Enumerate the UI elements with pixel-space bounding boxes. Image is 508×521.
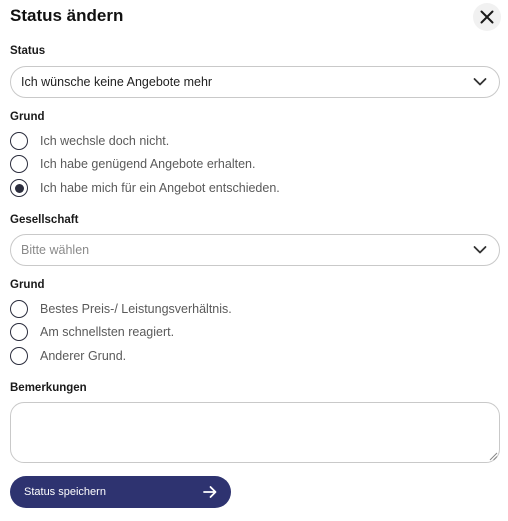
radio-label: Anderer Grund. bbox=[40, 349, 127, 363]
company-reason-option-2[interactable]: Am schnellsten reagiert. bbox=[10, 322, 174, 342]
close-icon bbox=[480, 10, 494, 24]
radio-label: Am schnellsten reagiert. bbox=[40, 325, 175, 339]
reason-label: Grund bbox=[10, 111, 45, 123]
company-reason-option-1[interactable]: Bestes Preis-/ Leistungsverhältnis. bbox=[10, 299, 232, 319]
chevron-down-icon bbox=[473, 246, 487, 254]
status-label: Status bbox=[10, 45, 46, 57]
radio-button-selected[interactable] bbox=[10, 179, 28, 197]
company-reason-option-3[interactable]: Anderer Grund. bbox=[10, 346, 126, 366]
chevron-down-icon bbox=[473, 78, 487, 86]
radio-button[interactable] bbox=[10, 347, 28, 365]
status-select-value: Ich wünsche keine Angebote mehr bbox=[21, 75, 213, 89]
remarks-textarea[interactable] bbox=[10, 402, 500, 463]
company-reason-label: Grund bbox=[10, 279, 45, 291]
company-select[interactable]: Bitte wählen bbox=[10, 234, 500, 266]
reason-option-1[interactable]: Ich wechsle doch nicht. bbox=[10, 131, 169, 151]
close-button[interactable] bbox=[473, 3, 501, 31]
radio-button[interactable] bbox=[10, 300, 28, 318]
resize-grip-icon[interactable] bbox=[489, 452, 498, 461]
company-label: Gesellschaft bbox=[10, 214, 79, 226]
radio-button[interactable] bbox=[10, 323, 28, 341]
radio-button[interactable] bbox=[10, 132, 28, 150]
radio-dot bbox=[14, 183, 24, 193]
arrow-right-icon bbox=[203, 486, 217, 498]
radio-button[interactable] bbox=[10, 155, 28, 173]
reason-option-2[interactable]: Ich habe genügend Angebote erhalten. bbox=[10, 154, 255, 174]
radio-label: Ich wechsle doch nicht. bbox=[40, 134, 170, 148]
page-title: Status ändern bbox=[10, 6, 124, 25]
radio-label: Ich habe mich für ein Angebot entschiede… bbox=[40, 181, 280, 195]
company-select-placeholder: Bitte wählen bbox=[21, 243, 90, 257]
radio-label: Bestes Preis-/ Leistungsverhältnis. bbox=[40, 302, 232, 316]
status-select[interactable]: Ich wünsche keine Angebote mehr bbox=[10, 66, 500, 98]
remarks-label: Bemerkungen bbox=[10, 382, 87, 394]
reason-option-3[interactable]: Ich habe mich für ein Angebot entschiede… bbox=[10, 178, 280, 198]
save-status-button[interactable]: Status speichern bbox=[10, 476, 231, 508]
radio-label: Ich habe genügend Angebote erhalten. bbox=[40, 157, 256, 171]
save-status-label: Status speichern bbox=[24, 486, 106, 498]
